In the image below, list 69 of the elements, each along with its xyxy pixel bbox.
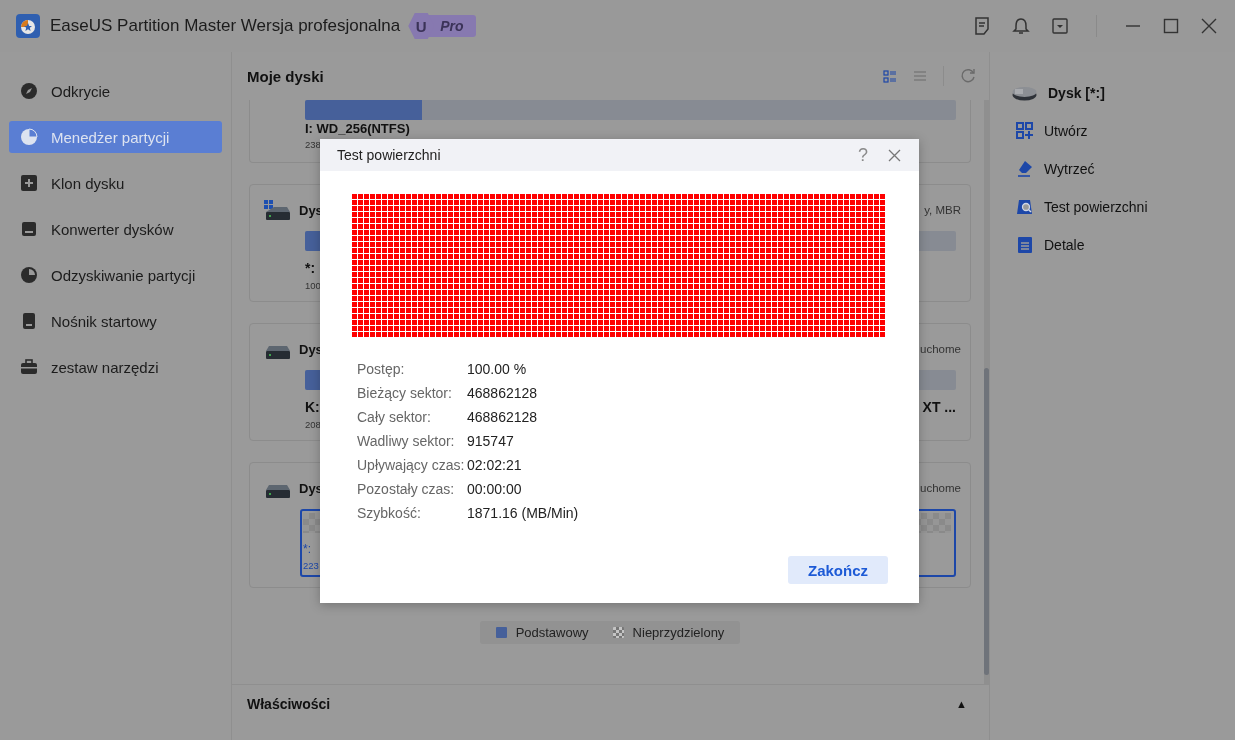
bell-icon[interactable] [1012,17,1030,35]
stat-value: 468862128 [467,384,539,402]
stat-value: 915747 [467,432,515,450]
disk-info: y, MBR [924,204,961,216]
sidebar-item[interactable]: zestaw narzędzi [9,351,222,383]
grid-view-icon[interactable] [883,69,897,83]
partition-size: 100 [305,280,321,291]
partition-label: *: [305,260,316,276]
panel-title: Moje dyski [247,67,325,85]
stat-label: Wadliwy sektor: [357,432,456,450]
dropdown-icon[interactable] [1052,18,1068,34]
stat-label: Postęp: [357,360,406,378]
help-button[interactable]: ? [858,144,868,166]
stat-label: Cały sektor: [357,408,432,426]
pie-chart-icon [20,128,38,146]
compass-icon [20,82,38,100]
partition-label: XT ... [922,399,956,415]
toolbox-icon [20,358,38,376]
legend-label: Podstawowy [515,625,589,640]
app-logo-icon [16,14,40,38]
usb-drive-icon [20,312,38,330]
partition-size: 223 [303,560,319,571]
disk-info: uchome [920,343,961,355]
partition-label: K: [305,399,320,415]
disk-info: uchome [920,482,961,494]
stat-value: 1871.16 (MB/Min) [467,504,579,522]
stat-label: Upływający czas: [357,456,466,474]
sidebar-item[interactable]: Nośnik startowy [9,305,222,337]
close-icon[interactable] [888,148,901,162]
primary-swatch [495,627,507,638]
sidebar-item[interactable]: Klon dysku [9,167,222,199]
eraser-icon [1016,160,1033,177]
stat-value: 100.00 % [467,360,528,378]
system-disk-icon [264,200,292,220]
sidebar-item[interactable]: Konwerter dysków [9,213,222,245]
partition-size: 208 [305,419,321,430]
pie-refresh-icon [20,266,38,284]
disk-title: Dysk [*:] [1048,84,1105,101]
close-icon[interactable] [1201,18,1217,34]
plus-square-icon [20,174,38,192]
partition-label: *: [303,542,311,556]
action-item[interactable]: Utwórz [1012,120,1235,141]
document-icon [1016,236,1033,253]
stat-label: Szybkość: [357,504,422,522]
disk-scan-icon [1016,198,1033,215]
partition-size: 238 [305,139,321,150]
finish-button[interactable]: Zakończ [788,556,888,584]
stat-value: 02:02:21 [467,456,523,474]
unallocated-swatch [612,627,624,638]
feedback-icon[interactable] [974,17,990,35]
dialog-title: Test powierzchni [337,147,442,163]
window-title: EaseUS Partition Master Wersja profesjonalna [50,16,401,36]
stat-label: Pozostały czas: [357,480,456,498]
sidebar-item[interactable]: Menedżer partycji [9,121,222,153]
section-title: Właściwości [247,696,332,712]
action-item[interactable]: Detale [1012,234,1235,255]
stat-label: Bieżący sektor: [357,384,453,402]
sidebar-item[interactable]: Odzyskiwanie partycji [9,259,222,291]
action-item[interactable]: Wytrzeć [1012,158,1235,179]
stat-value: 468862128 [467,408,539,426]
drive-icon [20,220,38,238]
action-item[interactable]: Test powierzchni [1012,196,1235,217]
partition-label: I: WD_256(NTFS) [305,122,410,135]
stat-value: 00:00:00 [467,480,523,498]
add-grid-icon [1016,122,1033,139]
legend-label: Nieprzydzielony [632,625,725,640]
expand-toggle[interactable]: ▲ [956,698,967,710]
sidebar-item[interactable]: Odkrycie [9,75,222,107]
maximize-icon[interactable] [1163,18,1179,34]
